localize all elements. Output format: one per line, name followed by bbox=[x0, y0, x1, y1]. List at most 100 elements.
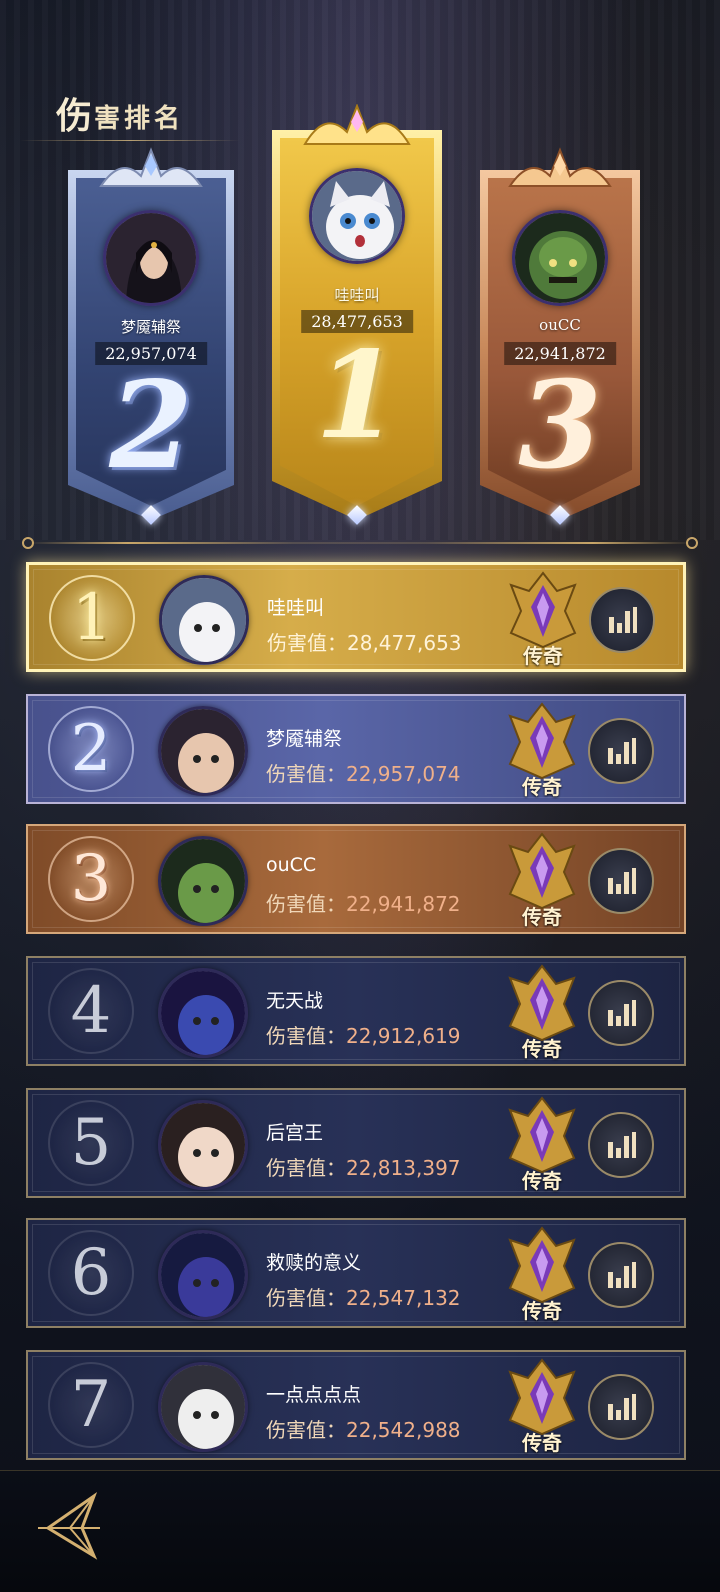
avatar[interactable] bbox=[512, 210, 608, 306]
damage-value: 22,542,988 bbox=[346, 1418, 461, 1442]
podium-rank-3[interactable]: ouCC 22,941,872 3 bbox=[480, 147, 640, 525]
legend-emblem-icon: 传奇 bbox=[504, 1096, 580, 1194]
stats-button[interactable] bbox=[588, 1242, 654, 1308]
stats-button[interactable] bbox=[588, 718, 654, 784]
damage-line: 伤害值：28,477,653 bbox=[267, 627, 462, 656]
emblem-label: 传奇 bbox=[522, 905, 562, 929]
player-name: 梦魇辅祭 bbox=[266, 728, 343, 750]
avatar[interactable] bbox=[158, 836, 248, 926]
title-underline bbox=[20, 140, 240, 141]
legend-emblem-icon: 传奇 bbox=[504, 964, 580, 1062]
player-name: 后宫王 bbox=[266, 1122, 324, 1144]
avatar[interactable] bbox=[158, 1100, 248, 1190]
avatar[interactable] bbox=[158, 1230, 248, 1320]
damage-label: 伤害值： bbox=[266, 892, 346, 916]
damage-line: 伤害值：22,957,074 bbox=[266, 758, 461, 787]
rank-number: 3 bbox=[48, 836, 134, 922]
player-name: ouCC bbox=[539, 316, 581, 334]
page-title-rest: 害排名 bbox=[94, 104, 185, 134]
legend-emblem-icon: 传奇 bbox=[505, 571, 581, 669]
emblem-label: 传奇 bbox=[522, 1037, 562, 1061]
stats-button[interactable] bbox=[588, 1374, 654, 1440]
legend-emblem-icon: 传奇 bbox=[504, 832, 580, 930]
player-name: 救赎的意义 bbox=[266, 1252, 362, 1274]
divider-ornament-icon bbox=[22, 537, 34, 549]
divider-ornament-icon bbox=[686, 537, 698, 549]
damage-value: 28,477,653 bbox=[347, 631, 462, 655]
damage-label: 伤害值： bbox=[266, 1156, 346, 1180]
bar-chart-icon bbox=[608, 1394, 636, 1420]
bar-chart-icon bbox=[608, 738, 636, 764]
legend-emblem-icon: 传奇 bbox=[504, 1226, 580, 1324]
player-name: 哇哇叫 bbox=[267, 597, 325, 619]
podium-rank-2[interactable]: 梦魇辅祭 22,957,074 2 bbox=[68, 147, 234, 525]
damage-value: 22,941,872 bbox=[346, 892, 461, 916]
ranking-row[interactable]: 4 无天战 伤害值：22,912,619 传奇 bbox=[26, 956, 686, 1066]
ranking-row[interactable]: 2 梦魇辅祭 伤害值：22,957,074 传奇 bbox=[26, 694, 686, 804]
bar-chart-icon bbox=[608, 868, 636, 894]
avatar[interactable] bbox=[158, 1362, 248, 1452]
emblem-label: 传奇 bbox=[522, 775, 562, 799]
bar-chart-icon bbox=[609, 607, 637, 633]
stats-button[interactable] bbox=[588, 1112, 654, 1178]
damage-label: 伤害值： bbox=[266, 1286, 346, 1310]
crown-ornament-icon bbox=[508, 147, 612, 187]
rank-digit: 2 bbox=[109, 355, 193, 496]
stats-button[interactable] bbox=[588, 980, 654, 1046]
emblem-label: 传奇 bbox=[522, 1299, 562, 1323]
ranking-row[interactable]: 1 哇哇叫 伤害值：28,477,653 传奇 bbox=[26, 562, 686, 672]
stats-button[interactable] bbox=[588, 848, 654, 914]
ranking-screen: 伤 害排名 梦魇辅祭 22,957,074 2 哇哇叫 28,477,653 1… bbox=[0, 0, 720, 1592]
rank-number: 6 bbox=[48, 1230, 134, 1316]
player-name: 梦魇辅祭 bbox=[120, 318, 181, 336]
damage-label: 伤害值： bbox=[267, 631, 347, 655]
player-name: 哇哇叫 bbox=[334, 286, 380, 304]
rank-number: 7 bbox=[48, 1362, 134, 1448]
crown-ornament-icon bbox=[303, 104, 411, 145]
player-name: ouCC bbox=[266, 854, 317, 876]
rank-digit: 3 bbox=[518, 355, 602, 496]
section-divider bbox=[28, 542, 692, 544]
rank-number: 1 bbox=[49, 575, 135, 661]
back-arrow-icon[interactable] bbox=[30, 1488, 110, 1560]
damage-value: 22,912,619 bbox=[346, 1024, 461, 1048]
damage-value: 22,547,132 bbox=[346, 1286, 461, 1310]
emblem-label: 传奇 bbox=[522, 1169, 562, 1193]
rank-number: 4 bbox=[48, 968, 134, 1054]
player-name: 一点点点点 bbox=[266, 1384, 362, 1406]
damage-line: 伤害值：22,547,132 bbox=[266, 1282, 461, 1311]
bar-chart-icon bbox=[608, 1132, 636, 1158]
ranking-row[interactable]: 7 一点点点点 伤害值：22,542,988 传奇 bbox=[26, 1350, 686, 1460]
page-title-first-char: 伤 bbox=[56, 95, 93, 137]
legend-emblem-icon: 传奇 bbox=[504, 702, 580, 800]
page-title: 伤 害排名 bbox=[56, 92, 184, 136]
emblem-label: 传奇 bbox=[522, 1431, 562, 1455]
damage-label: 伤害值： bbox=[266, 1418, 346, 1442]
rank-digit: 1 bbox=[315, 325, 399, 466]
podium-rank-1[interactable]: 哇哇叫 28,477,653 1 bbox=[272, 104, 442, 525]
avatar[interactable] bbox=[103, 210, 199, 306]
damage-line: 伤害值：22,941,872 bbox=[266, 888, 461, 917]
damage-label: 伤害值： bbox=[266, 1024, 346, 1048]
damage-value: 22,957,074 bbox=[346, 762, 461, 786]
rank-number: 2 bbox=[48, 706, 134, 792]
avatar[interactable] bbox=[309, 168, 405, 264]
damage-line: 伤害值：22,912,619 bbox=[266, 1020, 461, 1049]
ranking-row[interactable]: 3 ouCC 伤害值：22,941,872 传奇 bbox=[26, 824, 686, 934]
legend-emblem-icon: 传奇 bbox=[504, 1358, 580, 1456]
crown-ornament-icon bbox=[99, 147, 203, 187]
avatar[interactable] bbox=[158, 968, 248, 1058]
player-name: 无天战 bbox=[266, 990, 324, 1012]
avatar[interactable] bbox=[158, 706, 248, 796]
emblem-label: 传奇 bbox=[523, 644, 563, 668]
damage-value: 22,813,397 bbox=[346, 1156, 461, 1180]
bar-chart-icon bbox=[608, 1262, 636, 1288]
ranking-row[interactable]: 6 救赎的意义 伤害值：22,547,132 传奇 bbox=[26, 1218, 686, 1328]
bar-chart-icon bbox=[608, 1000, 636, 1026]
avatar[interactable] bbox=[159, 575, 249, 665]
stats-button[interactable] bbox=[589, 587, 655, 653]
damage-line: 伤害值：22,542,988 bbox=[266, 1414, 461, 1443]
ranking-row[interactable]: 5 后宫王 伤害值：22,813,397 传奇 bbox=[26, 1088, 686, 1198]
damage-label: 伤害值： bbox=[266, 762, 346, 786]
damage-line: 伤害值：22,813,397 bbox=[266, 1152, 461, 1181]
